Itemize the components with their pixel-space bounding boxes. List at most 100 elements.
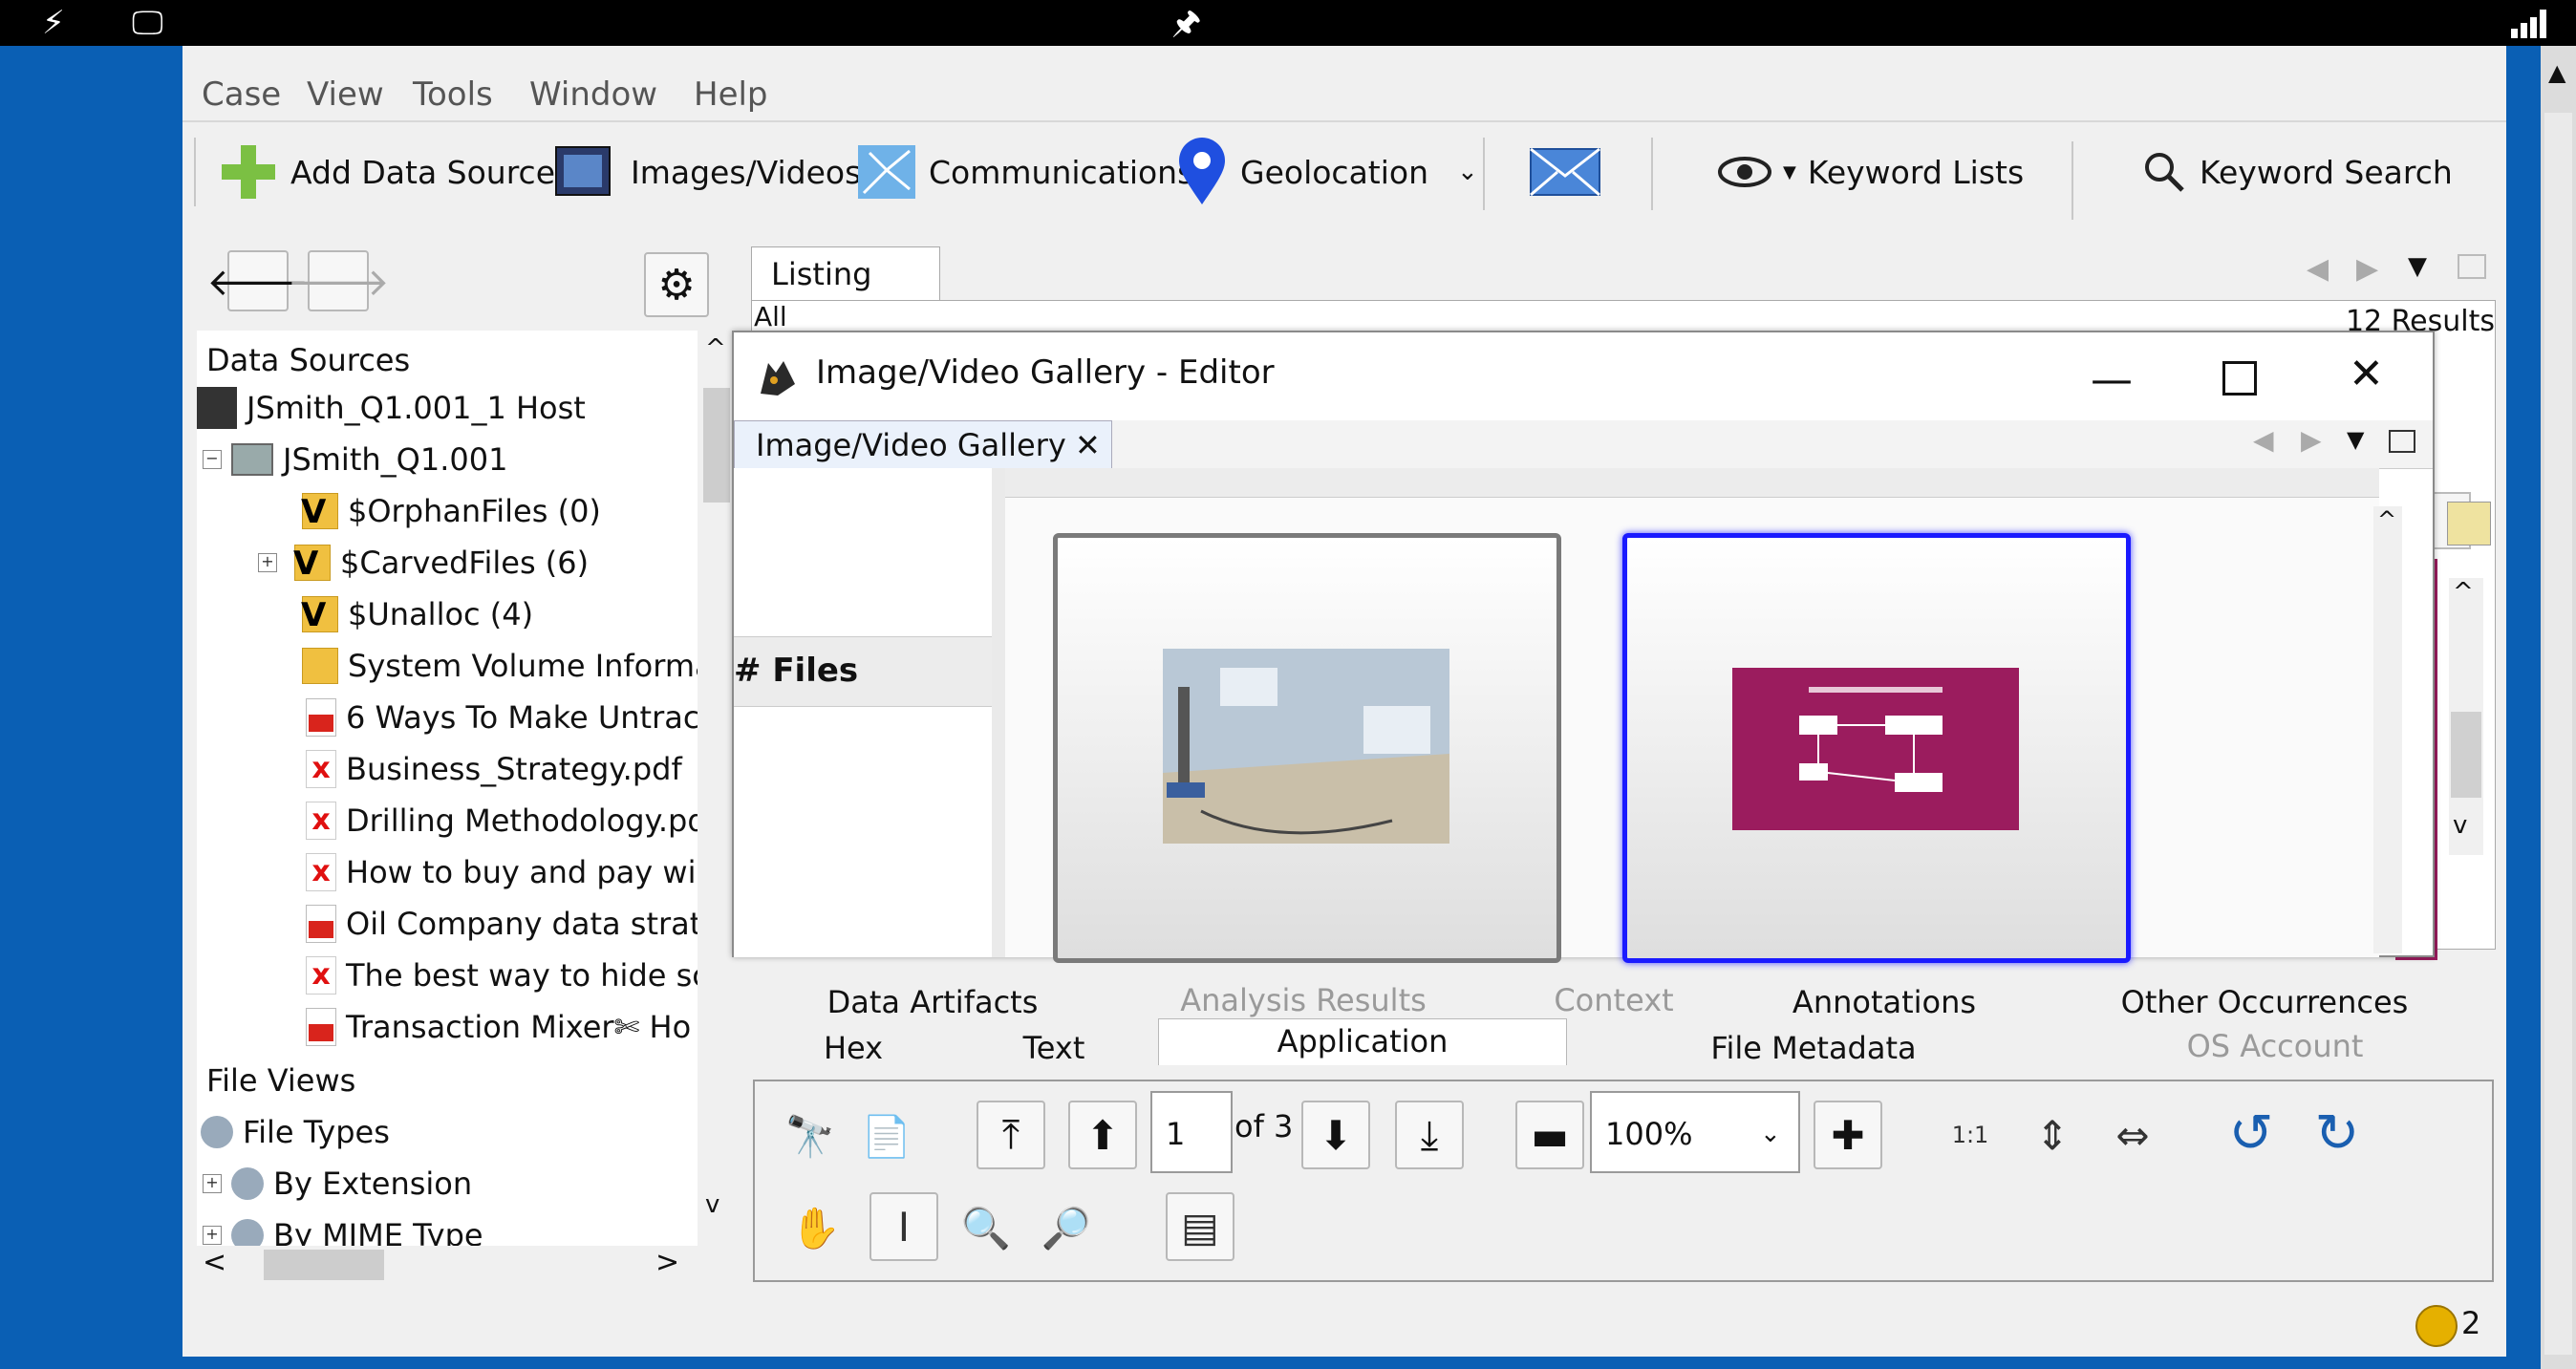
tab-analysis-results[interactable]: Analysis Results	[1110, 978, 1496, 1024]
zoom-select[interactable]: 100% ⌄	[1590, 1091, 1800, 1173]
back-button[interactable]: 🡐	[206, 250, 310, 311]
remote-scrollbar[interactable]: ▲	[2541, 46, 2576, 1369]
page-number-input[interactable]: 1	[1150, 1091, 1233, 1173]
fit-width-icon[interactable]: ⇔	[2098, 1101, 2167, 1169]
tree-item[interactable]: Transaction Mixer✄ Ho	[306, 1003, 691, 1051]
tab-listing[interactable]: Listing	[751, 246, 940, 302]
gallery-scrollbar[interactable]: ^	[2373, 506, 2402, 953]
settings-button[interactable]: ⚙	[644, 252, 709, 317]
zoom-out-button[interactable]: ▬	[1515, 1101, 1584, 1169]
tree-scrollbar-thumb[interactable]	[703, 388, 730, 503]
monitor-icon[interactable]: 🖵	[132, 0, 163, 46]
tree-item[interactable]: V $OrphanFiles (0)	[301, 487, 601, 535]
tab-file-metadata[interactable]: File Metadata	[1571, 1026, 2056, 1072]
tab-hex[interactable]: Hex	[764, 1026, 942, 1072]
rotate-ccw-icon[interactable]: ↺	[2217, 1099, 2286, 1167]
maximize-icon[interactable]	[2222, 361, 2257, 396]
tab-list-dropdown-icon[interactable]: ▼	[2408, 252, 2427, 281]
chevron-right-icon[interactable]: >	[655, 1246, 679, 1279]
tree-item[interactable]: V $Unalloc (4)	[301, 590, 533, 638]
tree-by-mime-type[interactable]: + By MIME Type	[203, 1211, 483, 1246]
tree-item[interactable]: Oil Company data strat	[306, 900, 698, 948]
tab-image-video-gallery[interactable]: Image/Video Gallery ✕	[734, 420, 1112, 470]
tab-text[interactable]: Text	[950, 1026, 1158, 1072]
maximize-panel-icon[interactable]	[2389, 430, 2415, 453]
chevron-up-icon[interactable]: ^	[705, 334, 726, 363]
double-chevron-down-icon[interactable]: ⌄	[1457, 158, 1478, 186]
tab-scroll-left-icon[interactable]: ◀	[2307, 252, 2329, 286]
tab-scroll-right-icon[interactable]: ▶	[2301, 424, 2322, 456]
dialog-title-bar[interactable]: Image/Video Gallery - Editor — ✕	[734, 332, 2433, 420]
scroll-up-icon[interactable]: ▲	[2548, 59, 2565, 86]
wand-icon[interactable]	[2447, 502, 2491, 545]
tree-header-file-views[interactable]: File Views	[206, 1057, 355, 1104]
keyword-lists-button[interactable]: ▼ Keyword Lists	[1718, 141, 2024, 203]
collapse-icon[interactable]: −	[203, 450, 222, 469]
tree-item[interactable]: x How to buy and pay wi	[306, 848, 696, 896]
chevron-up-icon[interactable]: ^	[2377, 506, 2396, 533]
chevron-left-icon[interactable]: <	[203, 1246, 226, 1279]
last-page-button[interactable]: ⤓	[1395, 1101, 1464, 1169]
tree-file-types[interactable]: File Types	[201, 1108, 390, 1156]
menu-case[interactable]: Case	[202, 69, 281, 120]
files-column-header[interactable]: # Files	[734, 636, 992, 707]
maximize-panel-icon[interactable]	[2458, 254, 2486, 279]
remote-scrollbar-thumb[interactable]	[2544, 113, 2572, 1355]
text-select-tool-icon[interactable]: I	[869, 1192, 938, 1261]
chevron-down-icon[interactable]: v	[2453, 811, 2467, 840]
previous-page-button[interactable]: ⬆	[1068, 1101, 1137, 1169]
data-source-tree[interactable]: Data Sources JSmith_Q1.001_1 Host − JSmi…	[197, 331, 698, 1246]
forward-button[interactable]: 🡒	[287, 250, 390, 311]
email-button[interactable]	[1529, 141, 1601, 203]
chevron-up-icon[interactable]: ^	[2453, 578, 2474, 607]
keyword-search-button[interactable]: Keyword Search	[2140, 141, 2453, 203]
annotations-toggle-icon[interactable]: ▤	[1166, 1192, 1234, 1261]
tree-hscroll-thumb[interactable]	[264, 1250, 384, 1280]
hand-tool-icon[interactable]: ✋	[782, 1194, 850, 1263]
minimize-icon[interactable]: —	[2091, 355, 2133, 404]
zoom-dynamic-icon[interactable]: 🔎	[1032, 1194, 1101, 1263]
close-icon[interactable]: ✕	[2349, 350, 2384, 398]
chevron-down-icon[interactable]: v	[705, 1190, 719, 1219]
notification-icon[interactable]	[2415, 1305, 2458, 1347]
tree-item[interactable]: System Volume Informa	[302, 642, 698, 690]
geolocation-button[interactable]: Geolocation ⌄	[1175, 138, 1478, 204]
zoom-marquee-icon[interactable]: 🔍	[952, 1194, 1020, 1263]
tree-item[interactable]: x Drilling Methodology.pd	[306, 797, 698, 845]
tab-other-occurrences[interactable]: Other Occurrences	[2039, 980, 2490, 1026]
tab-context[interactable]: Context	[1504, 978, 1724, 1024]
tab-annotations[interactable]: Annotations	[1731, 980, 2037, 1026]
next-page-button[interactable]: ⬇	[1301, 1101, 1370, 1169]
gallery-thumbnail-selected[interactable]	[1622, 533, 2131, 963]
tree-vertical-scrollbar[interactable]: ^ v	[698, 331, 736, 1246]
expand-icon[interactable]: +	[258, 553, 277, 572]
actual-size-icon[interactable]: 1:1	[1936, 1101, 2005, 1169]
menu-tools[interactable]: Tools	[413, 69, 493, 120]
pin-icon[interactable]: 🖈	[1171, 0, 1201, 46]
document-icon[interactable]: 📄	[852, 1102, 921, 1171]
menu-window[interactable]: Window	[529, 69, 657, 120]
tree-item[interactable]: x The best way to hide sc	[306, 952, 698, 999]
menu-view[interactable]: View	[307, 69, 384, 120]
tab-data-artifacts[interactable]: Data Artifacts	[764, 980, 1101, 1026]
listing-scrollbar[interactable]: ^ v	[2449, 578, 2483, 855]
tab-os-account[interactable]: OS Account	[2062, 1024, 2488, 1070]
tree-by-extension[interactable]: + By Extension	[203, 1160, 472, 1208]
close-tab-icon[interactable]: ✕	[1075, 421, 1101, 469]
expand-icon[interactable]: +	[203, 1226, 222, 1245]
tree-item[interactable]: + V $CarvedFiles (6)	[258, 539, 589, 587]
menu-help[interactable]: Help	[694, 69, 768, 120]
tab-scroll-right-icon[interactable]: ▶	[2356, 252, 2378, 286]
tab-list-dropdown-icon[interactable]: ▼	[2347, 426, 2364, 453]
tree-host[interactable]: JSmith_Q1.001_1 Host	[197, 384, 586, 432]
add-data-source-button[interactable]: Add Data Source	[218, 141, 555, 203]
fit-page-icon[interactable]: ⇕	[2018, 1101, 2087, 1169]
rotate-cw-icon[interactable]: ↻	[2303, 1099, 2372, 1167]
tree-horizontal-scrollbar[interactable]: < >	[197, 1246, 698, 1284]
tab-application[interactable]: Application	[1158, 1018, 1567, 1065]
first-page-button[interactable]: ⤒	[977, 1101, 1045, 1169]
gallery-divider[interactable]	[992, 468, 1005, 957]
tree-item[interactable]: x Business_Strategy.pdf	[306, 745, 682, 793]
lightning-icon[interactable]: ⚡	[42, 0, 65, 46]
zoom-in-button[interactable]: ✚	[1814, 1101, 1882, 1169]
